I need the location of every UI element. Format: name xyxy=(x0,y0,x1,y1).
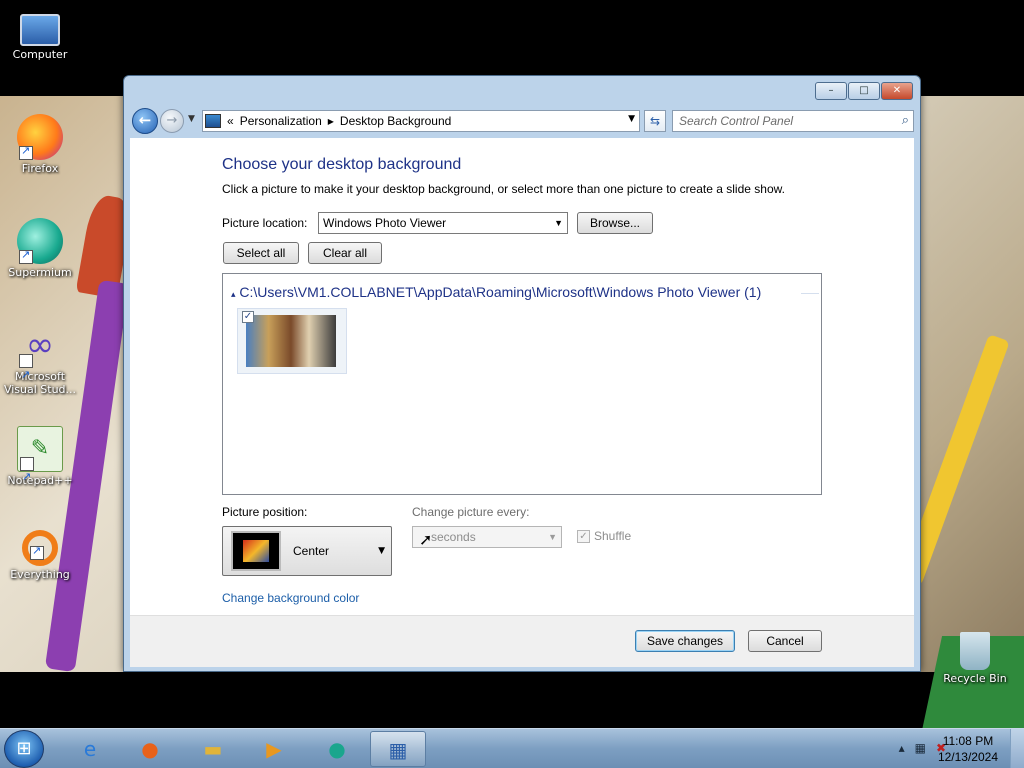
picture-location-value: Windows Photo Viewer xyxy=(323,216,447,230)
maximize-button[interactable]: □ xyxy=(848,82,880,100)
computer-icon xyxy=(20,14,60,46)
dialog-footer: Save changes Cancel xyxy=(130,615,914,667)
navigation-bar: ← → ▼ « Personalization ▶ Desktop Backgr… xyxy=(132,108,914,134)
clear-all-button[interactable]: Clear all xyxy=(308,242,382,264)
everything-icon xyxy=(22,530,58,566)
desktop-icon-computer[interactable]: Computer xyxy=(0,8,80,61)
desktop-icon-visual-studio[interactable]: ∞ Microsoft Visual Stud... xyxy=(0,322,80,398)
thumbnail-checkbox[interactable]: ✓ xyxy=(242,311,254,323)
picture-location-label: Picture location: xyxy=(222,216,308,230)
page-title: Choose your desktop background xyxy=(222,156,462,173)
picture-position-label: Picture position: xyxy=(222,505,308,519)
supermium-icon xyxy=(17,218,63,264)
picture-location-select[interactable]: Windows Photo Viewer ▼ xyxy=(318,212,568,234)
save-changes-button[interactable]: Save changes xyxy=(635,630,735,652)
desktop-icon-firefox[interactable]: Firefox xyxy=(0,114,80,175)
desktop-icon-label: Recycle Bin xyxy=(943,672,1007,685)
change-background-color-link[interactable]: Change background color xyxy=(222,591,359,605)
desktop-icon-supermium[interactable]: Supermium xyxy=(0,218,80,279)
desktop-icon-notepad-plus-plus[interactable]: ✎ Notepad++ xyxy=(0,426,80,499)
breadcrumb-desktop-background[interactable]: Desktop Background xyxy=(340,114,451,128)
breadcrumb-personalization[interactable]: Personalization xyxy=(240,114,322,128)
chevron-down-icon: ▼ xyxy=(548,532,557,542)
change-picture-label: Change picture every: xyxy=(412,505,530,519)
page-description: Click a picture to make it your desktop … xyxy=(222,182,785,196)
file-explorer-icon[interactable]: ▬ xyxy=(185,731,241,767)
search-icon[interactable]: ⌕ xyxy=(902,113,909,128)
title-bar[interactable]: – □ ✕ xyxy=(124,76,920,104)
desktop-icon-label: Microsoft Visual Stud... xyxy=(3,370,77,396)
clock-time: 11:08 PM xyxy=(942,734,994,748)
collapse-icon[interactable]: ▴ xyxy=(231,289,236,299)
select-all-button[interactable]: Select all xyxy=(223,242,299,264)
shuffle-label: Shuffle xyxy=(594,529,632,543)
back-button[interactable]: ← xyxy=(132,108,158,134)
position-preview xyxy=(231,531,281,571)
search-input[interactable] xyxy=(673,111,883,131)
network-icon[interactable]: ▦ xyxy=(915,741,926,755)
checkbox-icon[interactable]: ✓ xyxy=(577,529,590,543)
breadcrumb-separator-icon[interactable]: ▶ xyxy=(328,117,334,126)
show-hidden-icons-icon[interactable]: ▴ xyxy=(899,741,905,755)
desktop-icon-label: Everything xyxy=(10,568,70,581)
recycle-bin-icon xyxy=(960,632,990,670)
group-header[interactable]: ▴ C:\Users\VM1.COLLABNET\AppData\Roaming… xyxy=(231,284,761,300)
control-panel-icon[interactable]: ▦ xyxy=(370,731,426,767)
control-panel-window: – □ ✕ ← → ▼ « Personalization ▶ Desktop … xyxy=(123,75,921,672)
desktop-icon-everything[interactable]: Everything xyxy=(0,530,80,581)
change-picture-interval-select[interactable]: seconds ▼ xyxy=(412,526,562,548)
browse-button[interactable]: Browse... xyxy=(577,212,653,234)
minimize-button[interactable]: – xyxy=(815,82,847,100)
picture-position-select[interactable]: Center ▼ xyxy=(222,526,392,576)
search-box[interactable]: ⌕ xyxy=(672,110,914,132)
wallpaper-thumbnail[interactable]: ✓ xyxy=(237,308,347,374)
internet-explorer-icon[interactable]: e xyxy=(62,731,118,767)
picture-position-value: Center xyxy=(293,544,330,558)
desktop-icon-label: Notepad++ xyxy=(7,474,73,487)
control-panel-icon xyxy=(205,114,221,128)
refresh-button[interactable]: ⇆ xyxy=(644,110,666,132)
media-player-icon[interactable]: ▶ xyxy=(246,731,302,767)
breadcrumb-prefix[interactable]: « xyxy=(227,114,234,128)
desktop-icon-label: Firefox xyxy=(21,162,59,175)
group-header-path: C:\Users\VM1.COLLABNET\AppData\Roaming\M… xyxy=(239,284,762,300)
main-content: Choose your desktop background Click a p… xyxy=(130,138,914,615)
mouse-cursor-icon: ➚ xyxy=(419,530,433,549)
start-button[interactable]: ⊞ xyxy=(4,730,44,768)
show-desktop-button[interactable] xyxy=(1010,729,1024,768)
picture-gallery: ▴ C:\Users\VM1.COLLABNET\AppData\Roaming… xyxy=(222,273,822,495)
desktop-icon-recycle-bin[interactable]: Recycle Bin xyxy=(935,632,1015,685)
forward-button[interactable]: → xyxy=(160,109,184,133)
chevron-down-icon: ▼ xyxy=(378,546,385,556)
shuffle-checkbox[interactable]: ✓ Shuffle xyxy=(577,529,631,543)
clock-date: 12/13/2024 xyxy=(937,750,998,764)
visual-studio-icon: ∞ xyxy=(17,322,63,398)
change-picture-value: seconds xyxy=(431,530,476,544)
cancel-button[interactable]: Cancel xyxy=(748,630,822,652)
recent-pages-dropdown[interactable]: ▼ xyxy=(188,114,195,124)
chevron-down-icon: ▼ xyxy=(554,218,563,228)
close-button[interactable]: ✕ xyxy=(881,82,913,100)
firefox-icon xyxy=(17,114,63,160)
firefox-icon[interactable]: ● xyxy=(122,731,178,767)
thumbnail-image xyxy=(246,315,336,367)
clock[interactable]: 11:08 PM 12/13/2024 xyxy=(938,733,998,765)
address-bar[interactable]: « Personalization ▶ Desktop Background ▼ xyxy=(202,110,640,132)
supermium-icon[interactable]: ● xyxy=(309,731,365,767)
notepad-plus-plus-icon: ✎ xyxy=(17,426,63,499)
taskbar: ⊞ e ● ▬ ▶ ● ▦ ▴ ▦ ✖ 11:08 PM 12/13/2024 xyxy=(0,728,1024,768)
desktop-icon-label: Supermium xyxy=(8,266,72,279)
desktop-icon-label: Computer xyxy=(12,48,68,61)
address-dropdown-icon[interactable]: ▼ xyxy=(628,114,635,124)
